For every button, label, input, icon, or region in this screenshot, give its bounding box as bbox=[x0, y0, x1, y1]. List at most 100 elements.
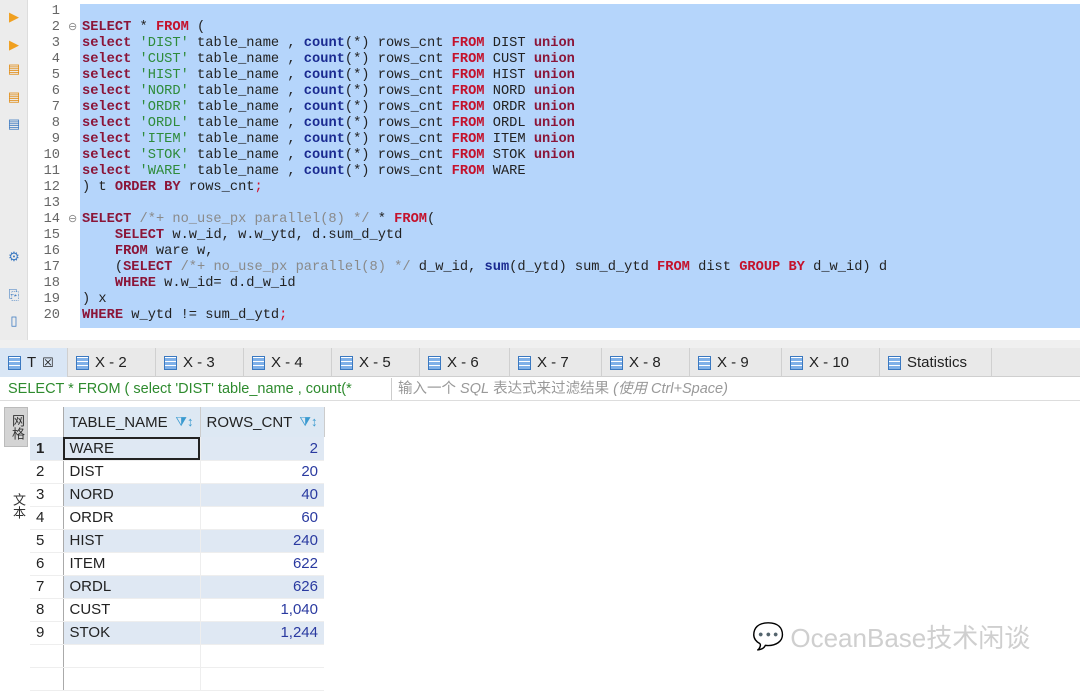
code-line[interactable]: 9 select 'ITEM' table_name , count(*) row… bbox=[0, 132, 1080, 148]
code-token: ORDL bbox=[484, 116, 534, 131]
code-token: ITEM bbox=[484, 132, 534, 147]
column-header-table-name[interactable]: TABLE_NAME ⧩↕ bbox=[63, 407, 201, 437]
code-token: FROM bbox=[451, 68, 485, 83]
code-token: FROM bbox=[451, 148, 485, 163]
table-row[interactable]: 3 NORD 40 bbox=[30, 483, 324, 507]
cell-rows-cnt[interactable]: 2 bbox=[200, 437, 324, 461]
tab-label: X - 2 bbox=[95, 354, 127, 371]
code-line[interactable]: 18 WHERE w.w_id= d.d_w_id bbox=[0, 276, 1080, 292]
code-line[interactable]: 7 select 'ORDR' table_name , count(*) row… bbox=[0, 100, 1080, 116]
code-line[interactable]: 5 select 'HIST' table_name , count(*) row… bbox=[0, 68, 1080, 84]
line-number: 13 bbox=[43, 196, 60, 211]
cell-rows-cnt[interactable]: 240 bbox=[200, 529, 324, 553]
cell-table-name[interactable]: ORDR bbox=[63, 506, 201, 530]
cell-rows-cnt[interactable]: 20 bbox=[200, 460, 324, 484]
result-tab[interactable]: X - 4 bbox=[244, 348, 332, 377]
table-icon bbox=[428, 355, 441, 370]
code-line[interactable]: 12) t ORDER BY rows_cnt; bbox=[0, 180, 1080, 196]
table-row[interactable]: 4 ORDR 60 bbox=[30, 506, 324, 530]
cell-table-name[interactable]: ORDL bbox=[63, 575, 201, 599]
result-tab[interactable]: X - 10 bbox=[782, 348, 880, 377]
result-tab[interactable]: X - 8 bbox=[602, 348, 690, 377]
result-tab[interactable]: T ☒ bbox=[0, 348, 68, 377]
code-token: (*) rows_cnt bbox=[344, 84, 452, 99]
code-line[interactable]: 20 WHERE w_ytd != sum_d_ytd; bbox=[0, 308, 1080, 324]
table-row[interactable]: 2 DIST 20 bbox=[30, 460, 324, 484]
filter-input[interactable]: 输入一个 SQL 表达式来过滤结果 (使用 Ctrl+Space) bbox=[392, 378, 728, 400]
table-row[interactable]: 1 WARE 2 bbox=[30, 437, 324, 461]
code-line[interactable]: 11 select 'WARE' table_name , count(*) ro… bbox=[0, 164, 1080, 180]
code-line[interactable]: 3 select 'DIST' table_name , count(*) row… bbox=[0, 36, 1080, 52]
cell-rows-cnt[interactable]: 60 bbox=[200, 506, 324, 530]
code-token: FROM bbox=[394, 212, 428, 227]
code-text: SELECT * FROM ( bbox=[82, 20, 205, 36]
table-row[interactable]: 6 ITEM 622 bbox=[30, 552, 324, 576]
cell-table-name[interactable]: ITEM bbox=[63, 552, 201, 576]
code-line[interactable]: 15 SELECT w.w_id, w.w_ytd, d.sum_d_ytd bbox=[0, 228, 1080, 244]
code-line[interactable]: 6 select 'NORD' table_name , count(*) row… bbox=[0, 84, 1080, 100]
code-line[interactable]: 17 (SELECT /*+ no_use_px parallel(8) */ … bbox=[0, 260, 1080, 276]
line-number: 4 bbox=[51, 52, 60, 67]
code-line[interactable]: 16 FROM ware w, bbox=[0, 244, 1080, 260]
code-token: 'NORD' bbox=[131, 84, 189, 99]
column-header-rows-cnt[interactable]: ROWS_CNT ⧩↕ bbox=[200, 407, 325, 437]
code-line[interactable]: 14 ⊖ SELECT /*+ no_use_px parallel(8) */ *… bbox=[0, 212, 1080, 228]
code-token: count bbox=[303, 100, 345, 115]
result-tab[interactable]: X - 2 bbox=[68, 348, 156, 377]
close-icon[interactable]: ☒ bbox=[42, 355, 54, 371]
table-row[interactable]: 8 CUST 1,040 bbox=[30, 598, 324, 622]
code-line[interactable]: 19) x bbox=[0, 292, 1080, 308]
code-token: sum bbox=[484, 260, 510, 275]
code-token: union bbox=[533, 116, 575, 131]
grid-view-tab[interactable]: 网格 bbox=[4, 407, 28, 447]
tab-label: X - 8 bbox=[629, 354, 661, 371]
result-tab[interactable]: X - 3 bbox=[156, 348, 244, 377]
line-number: 19 bbox=[43, 292, 60, 307]
fold-icon[interactable]: ⊖ bbox=[68, 20, 77, 36]
result-tab[interactable]: X - 7 bbox=[510, 348, 602, 377]
panel-splitter[interactable] bbox=[0, 340, 1080, 348]
line-number: 6 bbox=[51, 84, 60, 99]
cell-rows-cnt[interactable]: 622 bbox=[200, 552, 324, 576]
code-text: WHERE w_ytd != sum_d_ytd; bbox=[82, 308, 287, 324]
code-token: SELECT bbox=[82, 20, 132, 35]
cell-table-name[interactable]: HIST bbox=[63, 529, 201, 553]
line-number: 5 bbox=[51, 68, 60, 83]
code-line[interactable]: 13 bbox=[0, 196, 1080, 212]
result-tab[interactable]: X - 5 bbox=[332, 348, 420, 377]
cell-rows-cnt[interactable]: 40 bbox=[200, 483, 324, 507]
table-row[interactable]: 9 STOK 1,244 bbox=[30, 621, 324, 645]
code-line[interactable]: 10 select 'STOK' table_name , count(*) ro… bbox=[0, 148, 1080, 164]
cell-table-name[interactable]: WARE bbox=[63, 437, 201, 461]
code-token: select bbox=[82, 68, 132, 83]
code-line[interactable]: 2 ⊖ SELECT * FROM ( bbox=[0, 20, 1080, 36]
code-token: table_name , bbox=[188, 148, 304, 163]
text-view-tab[interactable]: 文本 bbox=[4, 487, 28, 525]
cell-table-name[interactable]: CUST bbox=[63, 598, 201, 622]
query-text: SELECT * FROM ( select 'DIST' table_name… bbox=[0, 378, 392, 400]
filter-sort-icon[interactable]: ⧩↕ bbox=[175, 414, 193, 430]
code-token: (*) rows_cnt bbox=[344, 100, 452, 115]
cell-rows-cnt[interactable]: 626 bbox=[200, 575, 324, 599]
code-token: FROM bbox=[451, 116, 485, 131]
sql-editor[interactable]: ▶ ▶ ▤ ▤ ▤ ⚙ ⎘ ▯ 1 2 ⊖ SELECT * FROM (3 selec… bbox=[0, 0, 1080, 340]
cell-rows-cnt[interactable]: 1,244 bbox=[200, 621, 324, 645]
result-tab[interactable]: X - 6 bbox=[420, 348, 510, 377]
table-row[interactable]: 5 HIST 240 bbox=[30, 529, 324, 553]
code-token: 'ORDR' bbox=[131, 100, 189, 115]
code-line[interactable]: 1 bbox=[0, 4, 1080, 20]
code-lines[interactable]: 1 2 ⊖ SELECT * FROM (3 select 'DIST' table_n… bbox=[0, 4, 1080, 324]
cell-table-name[interactable]: DIST bbox=[63, 460, 201, 484]
cell-table-name[interactable]: NORD bbox=[63, 483, 201, 507]
fold-icon[interactable]: ⊖ bbox=[68, 212, 77, 228]
code-line[interactable]: 8 select 'ORDL' table_name , count(*) row… bbox=[0, 116, 1080, 132]
result-tab[interactable]: X - 9 bbox=[690, 348, 782, 377]
cell-table-name[interactable]: STOK bbox=[63, 621, 201, 645]
code-text: select 'ORDR' table_name , count(*) rows… bbox=[82, 100, 575, 116]
result-tab[interactable]: Statistics bbox=[880, 348, 992, 377]
code-line[interactable]: 4 select 'CUST' table_name , count(*) row… bbox=[0, 52, 1080, 68]
tab-label: X - 6 bbox=[447, 354, 479, 371]
cell-rows-cnt[interactable]: 1,040 bbox=[200, 598, 324, 622]
filter-sort-icon[interactable]: ⧩↕ bbox=[299, 414, 317, 430]
table-row[interactable]: 7 ORDL 626 bbox=[30, 575, 324, 599]
